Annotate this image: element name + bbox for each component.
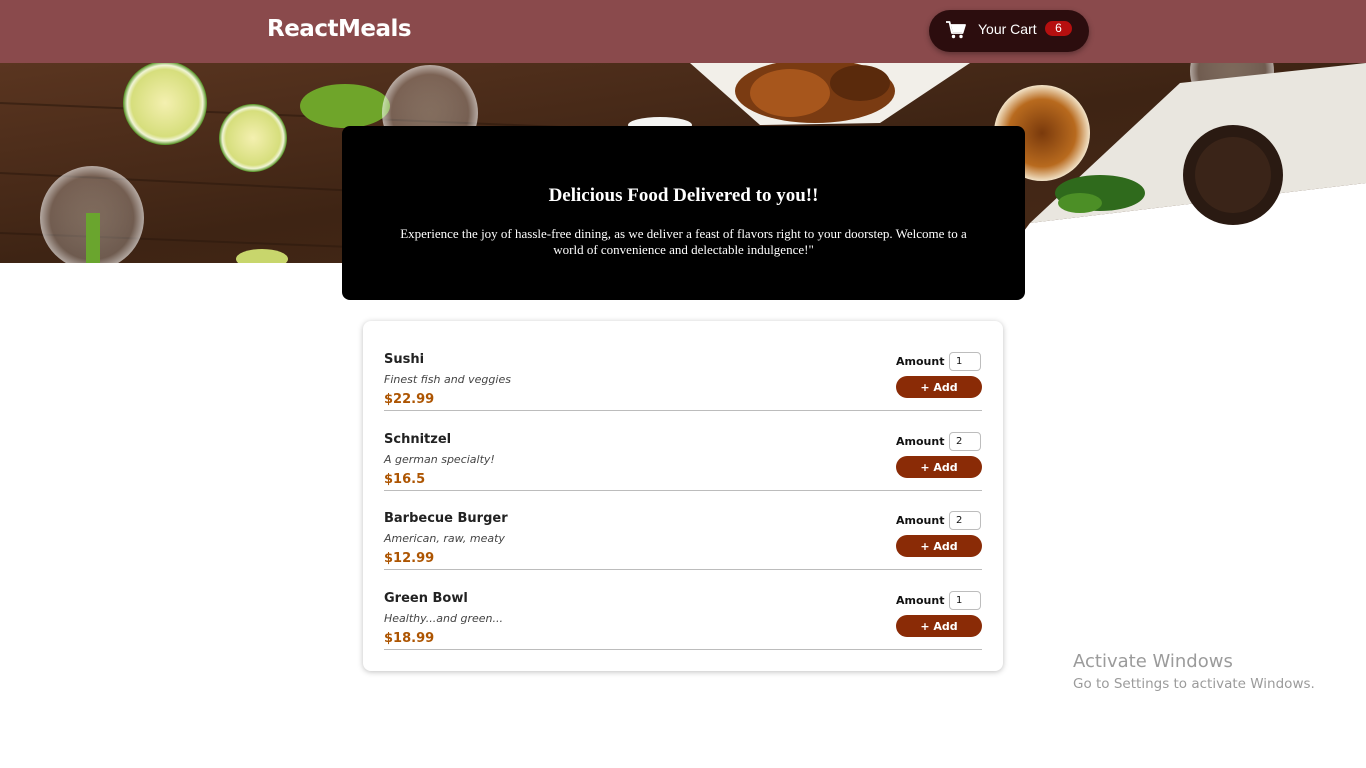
activate-windows-watermark: Activate Windows Go to Settings to activ… <box>1073 651 1315 692</box>
add-button[interactable]: + Add <box>896 535 982 557</box>
summary-box: Delicious Food Delivered to you!! Experi… <box>342 126 1025 300</box>
amount-input[interactable] <box>949 432 981 451</box>
meal-description: Healthy...and green... <box>384 612 503 625</box>
meal-description: American, raw, meaty <box>384 532 505 545</box>
amount-label: Amount <box>896 355 945 368</box>
cart-label: Your Cart <box>978 21 1037 37</box>
cart-count-badge: 6 <box>1045 21 1072 36</box>
add-button[interactable]: + Add <box>896 456 982 478</box>
amount-label: Amount <box>896 435 945 448</box>
brand-title: ReactMeals <box>267 16 412 42</box>
meal-name: Sushi <box>384 352 425 367</box>
meal-description: Finest fish and veggies <box>384 373 511 386</box>
meals-card: Sushi Finest fish and veggies $22.99 Amo… <box>363 321 1003 671</box>
watermark-title: Activate Windows <box>1073 651 1233 672</box>
amount-input[interactable] <box>949 352 981 371</box>
summary-title: Delicious Food Delivered to you!! <box>548 185 819 206</box>
app-header: ReactMeals Your Cart 6 <box>0 0 1366 63</box>
cart-button[interactable]: Your Cart 6 <box>929 10 1089 52</box>
watermark-subtitle: Go to Settings to activate Windows. <box>1073 676 1315 692</box>
meal-price: $12.99 <box>384 551 435 566</box>
summary-text: Experience the joy of hassle-free dining… <box>400 226 967 257</box>
amount-input[interactable] <box>949 591 981 610</box>
meal-price: $22.99 <box>384 392 435 407</box>
add-button[interactable]: + Add <box>896 376 982 398</box>
meal-name: Schnitzel <box>384 432 452 447</box>
amount-input[interactable] <box>949 511 981 530</box>
meal-item: Green Bowl Healthy...and green... $18.99… <box>384 570 982 650</box>
meal-item: Barbecue Burger American, raw, meaty $12… <box>384 490 982 570</box>
meal-price: $18.99 <box>384 631 435 646</box>
meal-price: $16.5 <box>384 472 426 487</box>
amount-label: Amount <box>896 514 945 527</box>
cart-icon <box>946 21 966 39</box>
meal-description: A german specialty! <box>384 453 495 466</box>
meal-name: Green Bowl <box>384 591 468 606</box>
add-button[interactable]: + Add <box>896 615 982 637</box>
meal-item: Schnitzel A german specialty! $16.5 Amou… <box>384 411 982 491</box>
amount-label: Amount <box>896 594 945 607</box>
meal-item: Sushi Finest fish and veggies $22.99 Amo… <box>384 331 982 411</box>
meal-name: Barbecue Burger <box>384 511 508 526</box>
